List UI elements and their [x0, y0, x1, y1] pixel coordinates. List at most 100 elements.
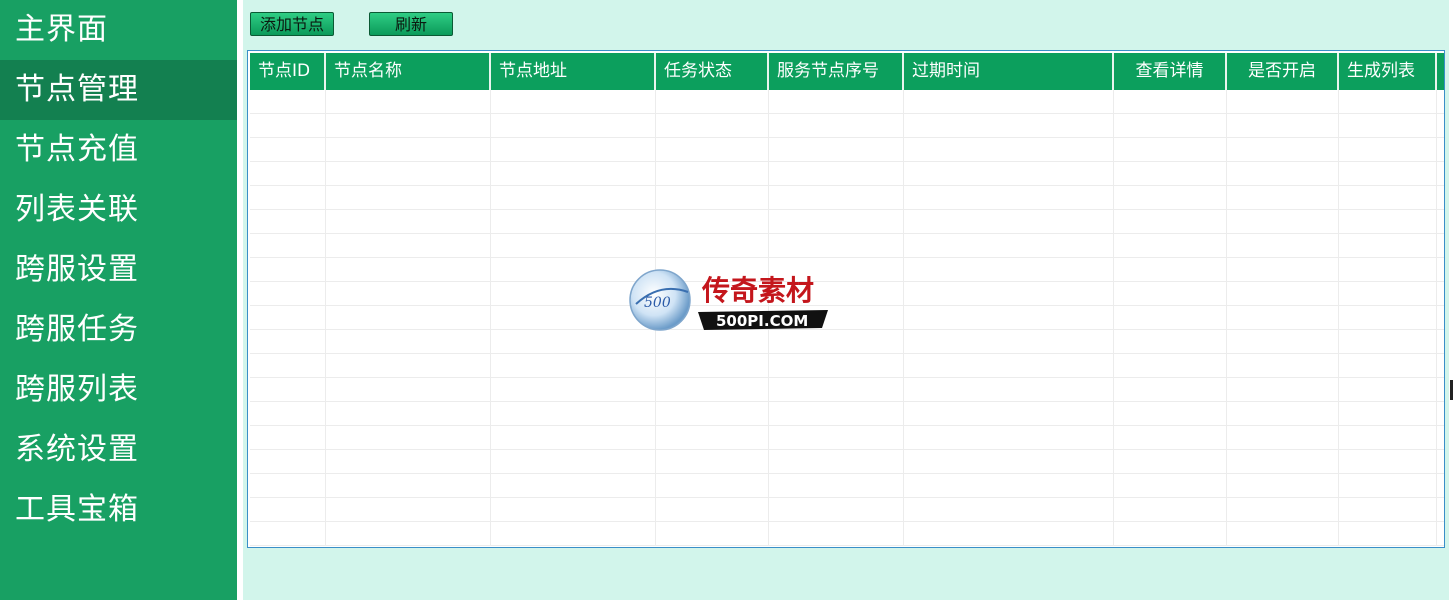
table-cell — [326, 450, 491, 473]
table-cell — [250, 234, 326, 257]
table-row[interactable] — [250, 330, 1444, 354]
table-cell — [1114, 498, 1227, 521]
table-cell — [769, 354, 904, 377]
sidebar-item-node-recharge[interactable]: 节点充值 — [0, 120, 237, 180]
table-cell — [250, 402, 326, 425]
table-cell — [904, 282, 1114, 305]
table-cell — [904, 90, 1114, 113]
column-header-service-node-index[interactable]: 服务节点序号 — [769, 53, 904, 90]
table-cell — [1114, 306, 1227, 329]
table-cell — [326, 138, 491, 161]
table-cell — [1227, 498, 1339, 521]
sidebar-item-node-management[interactable]: 节点管理 — [0, 60, 237, 120]
table-cell — [1339, 90, 1437, 113]
table-row[interactable] — [250, 234, 1444, 258]
table-cell — [769, 378, 904, 401]
table-row[interactable] — [250, 90, 1444, 114]
table-cell — [326, 162, 491, 185]
table-row[interactable] — [250, 522, 1444, 546]
refresh-button[interactable]: 刷新 — [369, 12, 453, 36]
sidebar-item-cross-server-list[interactable]: 跨服列表 — [0, 360, 237, 420]
table-cell — [491, 138, 656, 161]
sidebar-item-toolbox[interactable]: 工具宝箱 — [0, 480, 237, 540]
table-cell — [1114, 354, 1227, 377]
table-cell — [1114, 186, 1227, 209]
column-header-view-details[interactable]: 查看详情 — [1114, 53, 1227, 90]
table-cell — [326, 378, 491, 401]
table-row[interactable] — [250, 306, 1444, 330]
table-row[interactable] — [250, 138, 1444, 162]
table-cell — [769, 450, 904, 473]
table-cell — [491, 186, 656, 209]
table-row[interactable] — [250, 114, 1444, 138]
table-cell — [250, 330, 326, 353]
table-row[interactable] — [250, 354, 1444, 378]
table-cell — [1227, 378, 1339, 401]
table-row[interactable] — [250, 186, 1444, 210]
table-cell — [250, 162, 326, 185]
table-row[interactable] — [250, 210, 1444, 234]
table-cell — [1227, 138, 1339, 161]
table-cell — [250, 474, 326, 497]
table-cell — [250, 282, 326, 305]
table-cell — [1227, 114, 1339, 137]
table-cell — [250, 498, 326, 521]
table-cell — [1114, 282, 1227, 305]
table-cell — [1339, 450, 1437, 473]
column-header-node-address[interactable]: 节点地址 — [491, 53, 656, 90]
table-cell — [326, 402, 491, 425]
table-cell — [656, 450, 769, 473]
table-cell — [250, 426, 326, 449]
column-header-node-id[interactable]: 节点ID — [250, 53, 326, 90]
window-right-edge — [1449, 0, 1454, 600]
table-cell — [769, 90, 904, 113]
table-cell — [326, 282, 491, 305]
sidebar-item-list-association[interactable]: 列表关联 — [0, 180, 237, 240]
table-cell — [250, 258, 326, 281]
table-cell — [904, 522, 1114, 545]
table-cell — [656, 402, 769, 425]
table-cell — [904, 426, 1114, 449]
table-cell — [1339, 402, 1437, 425]
column-header-node-name[interactable]: 节点名称 — [326, 53, 491, 90]
table-row[interactable] — [250, 162, 1444, 186]
table-row[interactable] — [250, 426, 1444, 450]
sidebar-item-cross-server-tasks[interactable]: 跨服任务 — [0, 300, 237, 360]
table-row[interactable] — [250, 402, 1444, 426]
table-row[interactable] — [250, 378, 1444, 402]
table-cell — [491, 114, 656, 137]
table-cell — [656, 162, 769, 185]
add-node-button[interactable]: 添加节点 — [250, 12, 334, 36]
table-cell — [250, 90, 326, 113]
table-cell — [250, 186, 326, 209]
table-row[interactable] — [250, 498, 1444, 522]
table-cell — [491, 354, 656, 377]
sidebar-item-home[interactable]: 主界面 — [0, 0, 237, 60]
table-row[interactable] — [250, 282, 1444, 306]
column-header-task-status[interactable]: 任务状态 — [656, 53, 769, 90]
table-cell — [656, 498, 769, 521]
table-row[interactable] — [250, 450, 1444, 474]
table-cell — [769, 522, 904, 545]
table-cell — [326, 426, 491, 449]
table-cell — [656, 234, 769, 257]
table-cell — [1227, 402, 1339, 425]
table-cell — [1227, 306, 1339, 329]
table-cell — [250, 522, 326, 545]
table-cell — [491, 498, 656, 521]
table-cell — [1227, 186, 1339, 209]
column-header-expire-time[interactable]: 过期时间 — [904, 53, 1114, 90]
column-header-generate-list[interactable]: 生成列表 — [1339, 53, 1437, 90]
sidebar-item-cross-server-settings[interactable]: 跨服设置 — [0, 240, 237, 300]
table-header: 节点ID 节点名称 节点地址 任务状态 服务节点序号 过期时间 查看详情 是否开… — [250, 53, 1444, 90]
table-cell — [904, 138, 1114, 161]
column-header-enabled[interactable]: 是否开启 — [1227, 53, 1339, 90]
watermark-logo-text: 传奇素材 — [701, 274, 814, 307]
table-cell — [656, 138, 769, 161]
table-cell — [1114, 450, 1227, 473]
sidebar-item-system-settings[interactable]: 系统设置 — [0, 420, 237, 480]
table-row[interactable] — [250, 474, 1444, 498]
table-body — [250, 90, 1444, 547]
table-row[interactable] — [250, 258, 1444, 282]
table-cell — [491, 378, 656, 401]
